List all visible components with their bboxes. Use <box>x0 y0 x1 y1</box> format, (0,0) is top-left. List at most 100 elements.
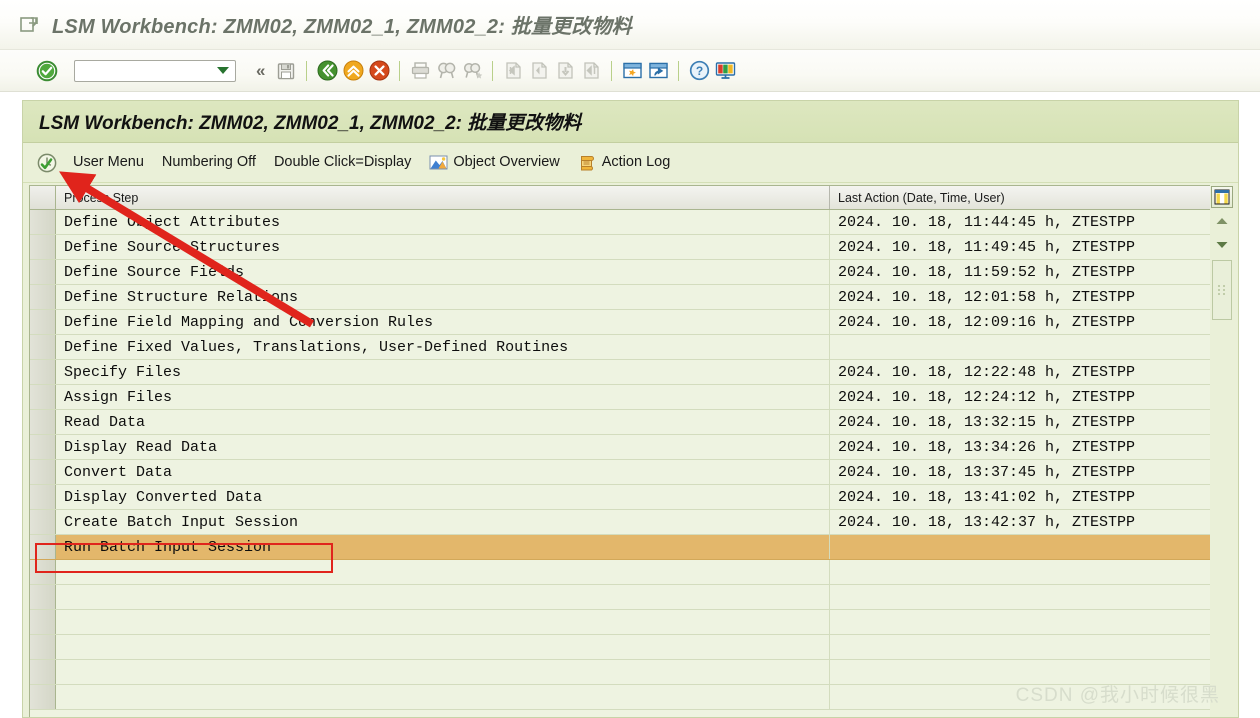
command-field[interactable] <box>74 59 236 82</box>
cell-last-action: 2024. 10. 18, 12:09:16 h, ZTESTPP <box>838 313 1136 331</box>
row-select-cell[interactable] <box>30 635 56 659</box>
column-header-process-step[interactable]: Process Step <box>56 186 830 209</box>
execute-button[interactable] <box>35 151 59 175</box>
function-bar: User Menu Numbering Off Double Click=Dis… <box>23 143 1238 183</box>
customize-layout-icon[interactable] <box>712 58 738 84</box>
cell-process-step <box>56 685 830 709</box>
exit-icon[interactable] <box>18 14 40 36</box>
cell-process-step: Assign Files <box>56 385 830 409</box>
action-log-icon <box>578 153 597 172</box>
select-all-cell[interactable] <box>30 186 56 209</box>
chevron-down-icon[interactable] <box>217 67 229 74</box>
table-row[interactable]: Convert Data 2024. 10. 18, 13:37:45 h, Z… <box>30 460 1210 485</box>
row-select-cell[interactable] <box>30 285 56 309</box>
cell-last-action: 2024. 10. 18, 13:32:15 h, ZTESTPP <box>838 413 1136 431</box>
table-row[interactable]: Assign Files 2024. 10. 18, 12:24:12 h, Z… <box>30 385 1210 410</box>
table-row[interactable]: Define Field Mapping and Conversion Rule… <box>30 310 1210 335</box>
row-select-cell[interactable] <box>30 435 56 459</box>
table-row[interactable]: Define Structure Relations 2024. 10. 18,… <box>30 285 1210 310</box>
cell-process-step: Define Source Structures <box>56 235 830 259</box>
row-select-cell[interactable] <box>30 610 56 634</box>
row-select-cell[interactable] <box>30 535 56 559</box>
cell-last-action: 2024. 10. 18, 11:59:52 h, ZTESTPP <box>838 263 1136 281</box>
cell-last-action: 2024. 10. 18, 12:24:12 h, ZTESTPP <box>838 388 1136 406</box>
row-select-cell[interactable] <box>30 410 56 434</box>
row-select-cell[interactable] <box>30 310 56 334</box>
back-icon[interactable] <box>314 58 340 84</box>
table-row[interactable]: Display Converted Data 2024. 10. 18, 13:… <box>30 485 1210 510</box>
action-log-button[interactable]: Action Log <box>578 153 670 172</box>
cancel-icon[interactable] <box>366 58 392 84</box>
help-icon[interactable]: ? <box>686 58 712 84</box>
cell-process-step: Convert Data <box>56 460 830 484</box>
cell-process-step <box>56 560 830 584</box>
next-page-icon <box>552 58 578 84</box>
window-title: LSM Workbench: ZMM02, ZMM02_1, ZMM02_2: … <box>52 16 633 38</box>
scroll-down-icon[interactable] <box>1211 234 1233 256</box>
table-row[interactable]: Read Data 2024. 10. 18, 13:32:15 h, ZTES… <box>30 410 1210 435</box>
table-row[interactable]: Define Object Attributes 2024. 10. 18, 1… <box>30 210 1210 235</box>
scroll-up-icon[interactable] <box>1211 210 1233 232</box>
cell-process-step: Create Batch Input Session <box>56 510 830 534</box>
toolbar-separator <box>492 60 494 81</box>
toolbar-separator <box>611 60 613 81</box>
session-shortcut-icon[interactable] <box>645 58 671 84</box>
save-icon[interactable] <box>273 58 299 84</box>
row-select-cell[interactable] <box>30 360 56 384</box>
first-page-icon <box>500 58 526 84</box>
row-select-cell[interactable] <box>30 260 56 284</box>
table-row[interactable] <box>30 560 1210 585</box>
execute-clock-icon[interactable] <box>35 151 59 175</box>
row-select-cell[interactable] <box>30 560 56 584</box>
toolbar-separator <box>306 60 308 81</box>
table-row[interactable] <box>30 635 1210 660</box>
cell-last-action <box>830 635 1210 659</box>
row-select-cell[interactable] <box>30 210 56 234</box>
row-select-cell[interactable] <box>30 685 56 709</box>
table-row[interactable] <box>30 585 1210 610</box>
create-session-icon[interactable] <box>619 58 645 84</box>
process-step-table: Process Step Last Action (Date, Time, Us… <box>29 185 1234 717</box>
row-select-cell[interactable] <box>30 485 56 509</box>
double-click-display-button[interactable]: Double Click=Display <box>274 155 411 170</box>
cell-process-step <box>56 585 830 609</box>
cell-last-action: 2024. 10. 18, 13:37:45 h, ZTESTPP <box>838 463 1136 481</box>
user-menu-button[interactable]: User Menu <box>73 155 144 170</box>
user-menu-label: User Menu <box>73 154 144 171</box>
panel-title-bar: LSM Workbench: ZMM02, ZMM02_1, ZMM02_2: … <box>23 101 1238 143</box>
table-row[interactable]: Define Source Fields 2024. 10. 18, 11:59… <box>30 260 1210 285</box>
row-select-cell[interactable] <box>30 585 56 609</box>
object-overview-icon <box>429 153 448 172</box>
exit-up-icon[interactable] <box>340 58 366 84</box>
row-select-cell[interactable] <box>30 385 56 409</box>
collapse-toolbar-button[interactable]: « <box>256 62 265 79</box>
table-grid: Process Step Last Action (Date, Time, Us… <box>29 185 1210 717</box>
toolbar-separator <box>678 60 680 81</box>
table-row[interactable]: Define Source Structures 2024. 10. 18, 1… <box>30 235 1210 260</box>
green-check-ok-icon[interactable] <box>34 58 60 84</box>
row-select-cell[interactable] <box>30 235 56 259</box>
table-row[interactable] <box>30 685 1210 710</box>
row-select-cell[interactable] <box>30 335 56 359</box>
cell-process-step: Display Read Data <box>56 435 830 459</box>
table-row[interactable] <box>30 610 1210 635</box>
find-next-icon <box>459 58 485 84</box>
table-row[interactable]: Create Batch Input Session 2024. 10. 18,… <box>30 510 1210 535</box>
column-header-last-action[interactable]: Last Action (Date, Time, User) <box>830 186 1210 209</box>
numbering-off-button[interactable]: Numbering Off <box>162 155 256 170</box>
cell-last-action <box>830 335 1210 359</box>
column-settings-icon[interactable] <box>1211 186 1233 208</box>
cell-process-step: Read Data <box>56 410 830 434</box>
row-select-cell[interactable] <box>30 660 56 684</box>
row-select-cell[interactable] <box>30 460 56 484</box>
cell-last-action: 2024. 10. 18, 13:34:26 h, ZTESTPP <box>838 438 1136 456</box>
cell-process-step <box>56 660 830 684</box>
table-row[interactable]: Define Fixed Values, Translations, User-… <box>30 335 1210 360</box>
table-row[interactable]: Specify Files 2024. 10. 18, 12:22:48 h, … <box>30 360 1210 385</box>
table-row[interactable] <box>30 660 1210 685</box>
object-overview-button[interactable]: Object Overview <box>429 153 560 172</box>
row-select-cell[interactable] <box>30 510 56 534</box>
table-row-selected[interactable]: Run Batch Input Session <box>30 535 1210 560</box>
table-row[interactable]: Display Read Data 2024. 10. 18, 13:34:26… <box>30 435 1210 460</box>
resize-handle[interactable] <box>1212 260 1232 320</box>
